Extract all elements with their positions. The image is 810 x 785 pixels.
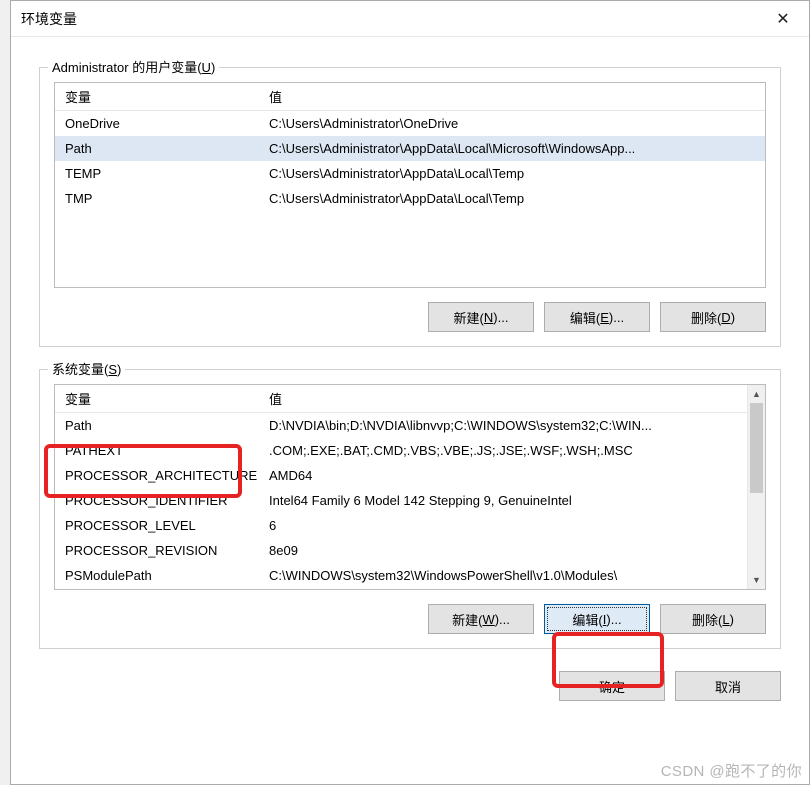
dialog-content: Administrator 的用户变量(U) 变量 值 OneDriveC:\U…: [11, 37, 809, 715]
cell-val: 6: [265, 518, 747, 533]
cell-var: Path: [55, 418, 265, 433]
user-col-val[interactable]: 值: [265, 87, 765, 106]
table-row[interactable]: PSModulePathC:\WINDOWS\system32\WindowsP…: [55, 563, 747, 588]
sys-vars-list[interactable]: 变量 值 PathD:\NVDIA\bin;D:\NVDIA\libnvvp;C…: [55, 385, 747, 589]
cell-var: PROCESSOR_REVISION: [55, 543, 265, 558]
sys-vars-legend: 系统变量(S): [48, 359, 125, 378]
sys-edit-button[interactable]: 编辑(I)...: [544, 604, 650, 634]
window-title: 环境变量: [21, 9, 763, 29]
dialog-buttons: 确定 取消: [39, 671, 781, 701]
sys-col-var[interactable]: 变量: [55, 389, 265, 408]
close-icon: ✕: [776, 9, 789, 29]
sys-delete-button[interactable]: 删除(L): [660, 604, 766, 634]
cancel-button[interactable]: 取消: [675, 671, 781, 701]
cell-val: Intel64 Family 6 Model 142 Stepping 9, G…: [265, 493, 747, 508]
table-row[interactable]: PATHEXT.COM;.EXE;.BAT;.CMD;.VBS;.VBE;.JS…: [55, 438, 747, 463]
cell-var: TEMP: [55, 166, 265, 181]
table-row[interactable]: PathD:\NVDIA\bin;D:\NVDIA\libnvvp;C:\WIN…: [55, 413, 747, 438]
table-row[interactable]: OneDriveC:\Users\Administrator\OneDrive: [55, 111, 765, 136]
cell-val: C:\Users\Administrator\AppData\Local\Tem…: [265, 166, 765, 181]
user-vars-legend: Administrator 的用户变量(U): [48, 57, 219, 76]
table-row[interactable]: PathC:\Users\Administrator\AppData\Local…: [55, 136, 765, 161]
sys-new-button[interactable]: 新建(W)...: [428, 604, 534, 634]
ok-button[interactable]: 确定: [559, 671, 665, 701]
sys-list-header[interactable]: 变量 值: [55, 385, 747, 413]
user-buttons: 新建(N)... 编辑(E)... 删除(D): [54, 302, 766, 332]
sys-vars-group: 系统变量(S) 变量 值 PathD:\NVDIA\bin;D:\NVDIA\l…: [39, 369, 781, 649]
user-col-var[interactable]: 变量: [55, 87, 265, 106]
scroll-up-icon[interactable]: ▲: [748, 385, 765, 403]
user-delete-button[interactable]: 删除(D): [660, 302, 766, 332]
cell-var: PROCESSOR_IDENTIFIER: [55, 493, 265, 508]
sys-scrollbar[interactable]: ▲ ▼: [747, 385, 765, 589]
cell-val: .COM;.EXE;.BAT;.CMD;.VBS;.VBE;.JS;.JSE;.…: [265, 443, 747, 458]
cell-val: C:\Users\Administrator\AppData\Local\Mic…: [265, 141, 765, 156]
scrollbar-thumb[interactable]: [750, 403, 763, 493]
cell-var: PROCESSOR_ARCHITECTURE: [55, 468, 265, 483]
table-row[interactable]: TMPC:\Users\Administrator\AppData\Local\…: [55, 186, 765, 211]
scroll-down-icon[interactable]: ▼: [748, 571, 765, 589]
cell-val: C:\Users\Administrator\OneDrive: [265, 116, 765, 131]
watermark: CSDN @跑不了的你: [661, 760, 802, 781]
cell-val: 8e09: [265, 543, 747, 558]
cell-val: C:\Users\Administrator\AppData\Local\Tem…: [265, 191, 765, 206]
cell-val: C:\WINDOWS\system32\WindowsPowerShell\v1…: [265, 568, 747, 583]
table-row[interactable]: PROCESSOR_IDENTIFIERIntel64 Family 6 Mod…: [55, 488, 747, 513]
user-edit-button[interactable]: 编辑(E)...: [544, 302, 650, 332]
cell-var: OneDrive: [55, 116, 265, 131]
user-vars-group: Administrator 的用户变量(U) 变量 值 OneDriveC:\U…: [39, 67, 781, 347]
cell-val: D:\NVDIA\bin;D:\NVDIA\libnvvp;C:\WINDOWS…: [265, 418, 747, 433]
titlebar: 环境变量 ✕: [11, 1, 809, 37]
cell-var: PATHEXT: [55, 443, 265, 458]
table-row[interactable]: PROCESSOR_REVISION8e09: [55, 538, 747, 563]
sys-rows: PathD:\NVDIA\bin;D:\NVDIA\libnvvp;C:\WIN…: [55, 413, 747, 588]
user-list-header[interactable]: 变量 值: [55, 83, 765, 111]
user-new-button[interactable]: 新建(N)...: [428, 302, 534, 332]
env-vars-dialog: 环境变量 ✕ Administrator 的用户变量(U) 变量 值 OneDr…: [10, 0, 810, 785]
user-vars-list[interactable]: 变量 值 OneDriveC:\Users\Administrator\OneD…: [54, 82, 766, 288]
table-row[interactable]: PROCESSOR_LEVEL6: [55, 513, 747, 538]
cell-var: PSModulePath: [55, 568, 265, 583]
cell-var: TMP: [55, 191, 265, 206]
close-button[interactable]: ✕: [763, 5, 803, 33]
table-row[interactable]: PROCESSOR_ARCHITECTUREAMD64: [55, 463, 747, 488]
cell-val: AMD64: [265, 468, 747, 483]
cell-var: PROCESSOR_LEVEL: [55, 518, 265, 533]
cell-var: Path: [55, 141, 265, 156]
sys-list-wrap: 变量 值 PathD:\NVDIA\bin;D:\NVDIA\libnvvp;C…: [54, 384, 766, 590]
user-rows: OneDriveC:\Users\Administrator\OneDriveP…: [55, 111, 765, 211]
sys-buttons: 新建(W)... 编辑(I)... 删除(L): [54, 604, 766, 634]
table-row[interactable]: TEMPC:\Users\Administrator\AppData\Local…: [55, 161, 765, 186]
sys-col-val[interactable]: 值: [265, 389, 747, 408]
